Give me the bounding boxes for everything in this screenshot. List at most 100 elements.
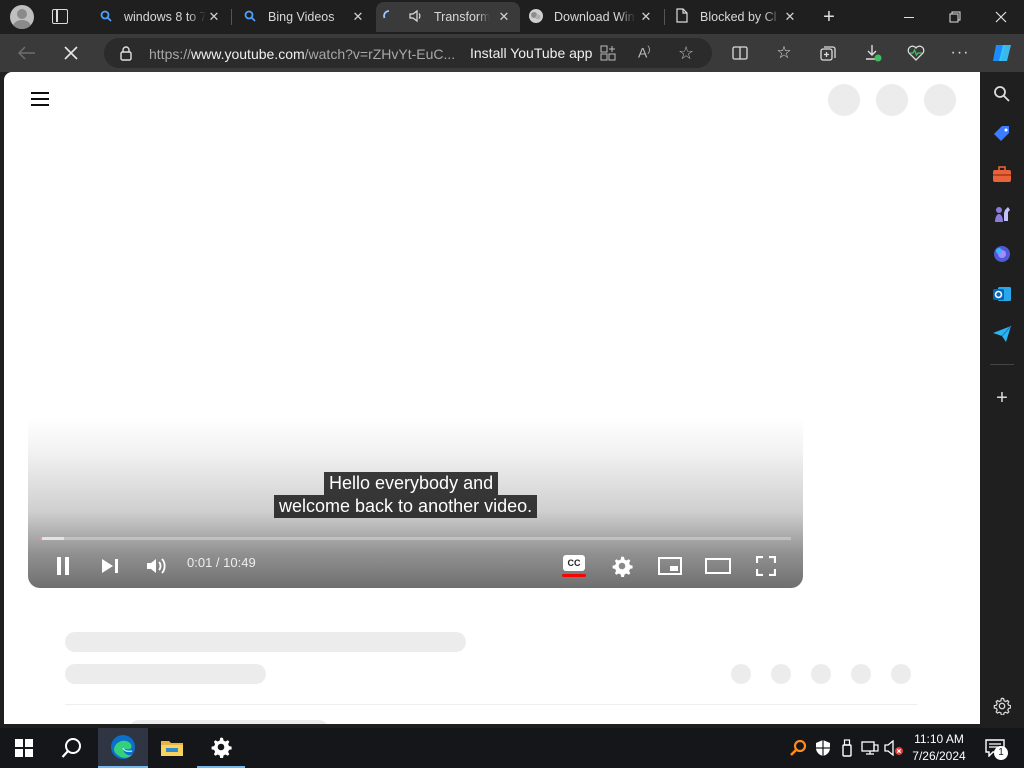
site-icon <box>528 8 544 27</box>
clock-time: 11:10 AM <box>914 732 964 746</box>
tab-bing-videos[interactable]: Bing Videos ✕ <box>236 2 374 32</box>
miniplayer-button[interactable] <box>656 552 684 580</box>
browser-toolbar: https://www.youtube.com/watch?v=rZHvYt-E… <box>0 34 1024 72</box>
tab-transform[interactable]: Transform ✕ <box>376 2 520 32</box>
tab-title: Blocked by Cl <box>700 10 777 24</box>
edge-taskbar-icon[interactable] <box>98 728 148 768</box>
downloads-icon[interactable] <box>860 40 886 66</box>
shopping-tag-icon[interactable] <box>990 122 1014 146</box>
placeholder-action <box>891 664 911 684</box>
settings-button[interactable] <box>608 552 636 580</box>
close-tab-icon[interactable]: ✕ <box>350 9 366 25</box>
placeholder-action <box>731 664 751 684</box>
youtube-page: Hello everybody and welcome back to anot… <box>4 72 980 724</box>
search-icon[interactable] <box>990 82 1014 106</box>
lock-icon[interactable] <box>119 45 133 66</box>
hamburger-menu-icon[interactable] <box>31 92 49 106</box>
copilot-sidebar-icon[interactable] <box>990 242 1014 266</box>
security-shield-icon[interactable] <box>813 738 833 758</box>
close-tab-icon[interactable]: ✕ <box>206 9 222 25</box>
volume-muted-icon[interactable] <box>884 738 904 758</box>
tab-download-win[interactable]: Download Win ✕ <box>522 2 662 32</box>
tab-title: windows 8 to 7 <box>124 10 206 24</box>
closed-captions-button[interactable]: CC <box>560 552 588 580</box>
browser-essentials-icon[interactable] <box>903 40 929 66</box>
more-menu-icon[interactable]: ··· <box>947 40 973 66</box>
placeholder-action <box>851 664 871 684</box>
favorite-star-icon[interactable]: ☆ <box>678 43 694 64</box>
address-bar[interactable]: https://www.youtube.com/watch?v=rZHvYt-E… <box>104 38 712 68</box>
app-install-icon[interactable] <box>600 45 616 66</box>
edge-sidebar: + <box>980 72 1024 728</box>
games-chess-icon[interactable] <box>990 202 1014 226</box>
close-tab-icon[interactable]: ✕ <box>496 9 512 25</box>
caption-line-1: Hello everybody and <box>324 472 499 495</box>
tab-blocked[interactable]: Blocked by Cl ✕ <box>668 2 806 32</box>
placeholder-circle <box>924 84 956 116</box>
stop-loading-button[interactable] <box>58 40 84 66</box>
read-aloud-icon[interactable]: A) <box>638 44 650 61</box>
tab-divider <box>664 9 665 25</box>
pause-button[interactable] <box>49 552 77 580</box>
close-tab-icon[interactable]: ✕ <box>638 9 654 25</box>
theater-mode-button[interactable] <box>704 552 732 580</box>
back-button[interactable] <box>14 40 40 66</box>
close-window-button[interactable] <box>978 0 1024 34</box>
url-path: /watch?v=rZHvYt-EuC... <box>304 46 456 62</box>
clock[interactable]: 11:10 AM 7/26/2024 <box>906 731 972 765</box>
minimize-button[interactable] <box>886 0 932 34</box>
document-icon <box>676 8 692 26</box>
tab-divider <box>231 9 232 25</box>
copilot-icon[interactable] <box>989 40 1015 66</box>
placeholder-channel <box>65 664 266 684</box>
taskbar-search-icon[interactable] <box>48 728 96 768</box>
profile-avatar[interactable] <box>10 5 34 29</box>
cc-active-underline <box>562 574 586 577</box>
fullscreen-button[interactable] <box>752 552 780 580</box>
collections-icon[interactable] <box>815 40 841 66</box>
placeholder-description <box>129 720 329 724</box>
tools-briefcase-icon[interactable] <box>990 162 1014 186</box>
outlook-icon[interactable] <box>990 282 1014 306</box>
notifications-icon[interactable]: 1 <box>982 738 1008 760</box>
tab-title: Download Win <box>554 10 635 24</box>
video-player[interactable]: Hello everybody and welcome back to anot… <box>28 418 803 588</box>
split-screen-icon[interactable] <box>727 40 753 66</box>
search-icon <box>244 10 260 25</box>
sidebar-settings-icon[interactable] <box>990 694 1014 718</box>
clock-date: 7/26/2024 <box>912 749 966 763</box>
volume-button[interactable] <box>143 552 171 580</box>
placeholder-action <box>811 664 831 684</box>
url-text[interactable]: https://www.youtube.com/watch?v=rZHvYt-E… <box>149 46 455 62</box>
speaker-icon[interactable] <box>408 9 426 26</box>
tab-strip: windows 8 to 7 ✕ Bing Videos ✕ Transform… <box>0 0 1024 34</box>
install-app-label[interactable]: Install YouTube app <box>470 45 592 61</box>
tab-title: Bing Videos <box>268 10 335 24</box>
settings-taskbar-icon[interactable] <box>197 728 245 768</box>
close-tab-icon[interactable]: ✕ <box>782 9 798 25</box>
cc-badge: CC <box>563 555 585 571</box>
progress-bar[interactable] <box>40 537 791 540</box>
placeholder-circle <box>828 84 860 116</box>
restore-button[interactable] <box>932 0 978 34</box>
next-button[interactable] <box>96 552 124 580</box>
tab-windows-8-to-7[interactable]: windows 8 to 7 ✕ <box>92 2 230 32</box>
tray-search-icon[interactable] <box>788 738 808 758</box>
drop-send-icon[interactable] <box>990 322 1014 346</box>
file-explorer-icon[interactable] <box>148 728 196 768</box>
placeholder-title <box>65 632 466 652</box>
divider <box>65 704 917 705</box>
favorites-icon[interactable]: ☆ <box>771 40 797 66</box>
usb-device-icon[interactable] <box>837 738 857 758</box>
windows-taskbar: 11:10 AM 7/26/2024 1 <box>0 728 1024 768</box>
network-icon[interactable] <box>860 738 880 758</box>
start-windows-icon[interactable] <box>0 728 48 768</box>
add-sidebar-app-icon[interactable]: + <box>990 386 1014 410</box>
progress-buffered <box>40 537 64 540</box>
new-tab-button[interactable]: + <box>818 6 840 28</box>
placeholder-action <box>771 664 791 684</box>
url-prefix: https:// <box>149 46 192 62</box>
sidebar-divider <box>990 364 1014 365</box>
tab-actions-icon[interactable] <box>52 9 68 24</box>
tab-title: Transform <box>434 10 490 24</box>
